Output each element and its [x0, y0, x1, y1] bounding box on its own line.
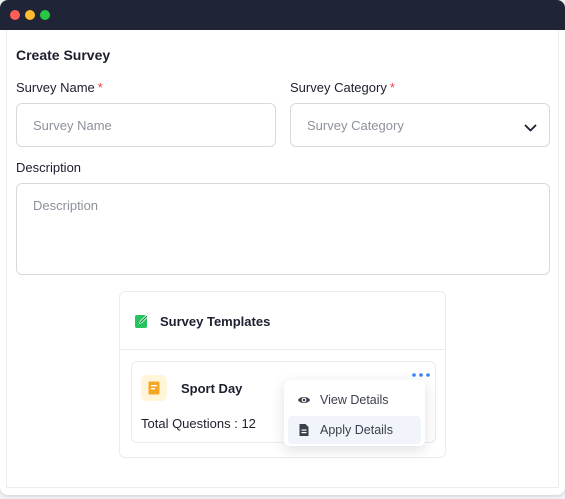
survey-category-label: Survey Category *	[290, 80, 395, 95]
required-mark: *	[389, 80, 395, 95]
survey-category-placeholder: Survey Category	[307, 118, 404, 133]
app-window: Create Survey Survey Name * Survey Name S…	[0, 0, 565, 495]
apply-details-label: Apply Details	[320, 423, 393, 437]
chevron-down-icon	[524, 120, 537, 138]
template-questions-count: Total Questions : 12	[141, 416, 256, 431]
edit-note-icon	[134, 313, 150, 334]
view-details-menu-item[interactable]: View Details	[288, 386, 421, 414]
minimize-window-dot[interactable]	[25, 10, 35, 20]
survey-templates-header: Survey Templates	[120, 292, 445, 350]
survey-category-select[interactable]: Survey Category	[290, 103, 550, 147]
description-textarea[interactable]: Description	[16, 183, 550, 275]
survey-name-label: Survey Name *	[16, 80, 103, 95]
divider	[120, 349, 445, 350]
window-titlebar	[0, 0, 565, 30]
survey-category-label-text: Survey Category	[290, 80, 387, 95]
description-label: Description	[16, 160, 82, 175]
page-title: Create Survey	[16, 47, 111, 63]
template-context-menu: View Details Apply Details	[284, 380, 425, 446]
required-mark: *	[97, 80, 103, 95]
survey-name-label-text: Survey Name	[16, 80, 95, 95]
view-details-label: View Details	[320, 393, 389, 407]
template-document-icon	[141, 375, 167, 401]
eye-icon	[298, 397, 310, 403]
survey-name-placeholder: Survey Name	[33, 118, 112, 133]
document-icon	[299, 424, 309, 436]
survey-templates-title: Survey Templates	[160, 314, 271, 329]
survey-name-input[interactable]: Survey Name	[16, 103, 276, 147]
template-name: Sport Day	[181, 381, 243, 396]
description-placeholder: Description	[33, 198, 99, 213]
close-window-dot[interactable]	[10, 10, 20, 20]
apply-details-menu-item[interactable]: Apply Details	[288, 416, 421, 444]
maximize-window-dot[interactable]	[40, 10, 50, 20]
